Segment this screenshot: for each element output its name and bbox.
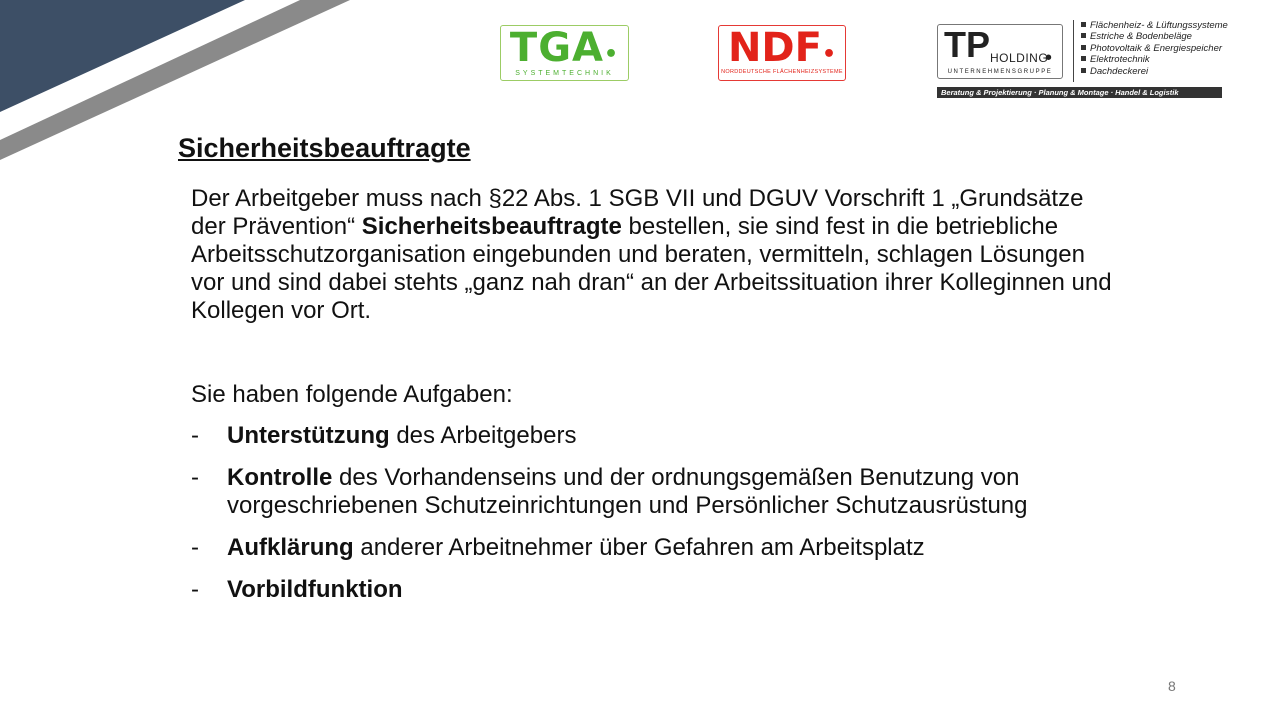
tp-service-item: Dachdeckerei: [1081, 66, 1228, 77]
intro-paragraph: Der Arbeitgeber muss nach §22 Abs. 1 SGB…: [191, 185, 1121, 325]
task-text: anderer Arbeitnehmer über Gefahren am Ar…: [353, 534, 925, 561]
tasks-heading: Sie haben folgende Aufgaben:: [191, 381, 513, 408]
dash-bullet: -: [191, 576, 199, 603]
square-bullet-icon: [1081, 67, 1086, 73]
task-item: - Vorbildfunktion: [191, 576, 1121, 604]
ndf-logo-subtitle: NORDDEUTSCHE FLÄCHENHEIZSYSTEME: [721, 69, 843, 75]
tp-service-item: Estriche & Bodenbeläge: [1081, 31, 1228, 42]
tga-logo-subtitle: SYSTEMTECHNIK: [515, 70, 614, 77]
tp-logo-dot: •: [1045, 47, 1053, 69]
tp-logo-subtitle: UNTERNEHMENSGRUPPE: [947, 69, 1053, 75]
dash-bullet: -: [191, 422, 199, 449]
dash-bullet: -: [191, 464, 199, 491]
page-number: 8: [1168, 678, 1176, 694]
square-bullet-icon: [1081, 56, 1086, 62]
task-text: des Vorhandenseins und der ordnungsgemäß…: [227, 464, 1028, 519]
task-bold: Vorbildfunktion: [227, 576, 403, 603]
task-item: - Kontrolle des Vorhandenseins und der or…: [191, 464, 1121, 520]
intro-text-bold: Sicherheitsbeauftragte: [361, 213, 622, 240]
slide-title: Sicherheitsbeauftragte: [178, 133, 471, 163]
square-bullet-icon: [1081, 44, 1086, 50]
tp-service-item: Elektrotechnik: [1081, 54, 1228, 65]
tga-logo-mark: TGA: [509, 25, 604, 71]
tp-logo-holding: HOLDING: [990, 51, 1049, 65]
tga-logo-dot: •: [604, 42, 620, 67]
task-bold: Unterstützung: [227, 422, 390, 449]
tp-services-list: Flächenheiz- & Lüftungssysteme Estriche …: [1081, 20, 1228, 77]
task-item: - Aufklärung anderer Arbeitnehmer über Ge…: [191, 534, 1121, 562]
tp-tagline-bar: Beratung & Projektierung · Planung & Mon…: [937, 87, 1222, 98]
task-bold: Aufklärung: [227, 534, 354, 561]
square-bullet-icon: [1081, 33, 1086, 39]
tp-service-item: Photovoltaik & Energiespeicher: [1081, 43, 1228, 54]
tga-logo: TGA• SYSTEMTECHNIK: [500, 25, 629, 81]
task-text: des Arbeitgebers: [389, 422, 577, 449]
ndf-logo-dot: •: [821, 42, 837, 67]
task-bold: Kontrolle: [227, 464, 333, 491]
ndf-logo-mark: NDF: [727, 25, 822, 71]
square-bullet-icon: [1081, 22, 1086, 27]
tp-logo-mark: TP: [944, 24, 991, 65]
tasks-list: - Unterstützung des Arbeitgebers - Kontrol…: [191, 422, 1121, 618]
tp-service-item: Flächenheiz- & Lüftungssysteme: [1081, 20, 1228, 31]
tp-logo-divider: [1073, 20, 1074, 82]
task-item: - Unterstützung des Arbeitgebers: [191, 422, 1121, 450]
dash-bullet: -: [191, 534, 199, 561]
tp-holding-logo: TP HOLDING • UNTERNEHMENSGRUPPE: [937, 24, 1063, 79]
ndf-logo: NDF• NORDDEUTSCHE FLÄCHENHEIZSYSTEME: [718, 25, 846, 81]
